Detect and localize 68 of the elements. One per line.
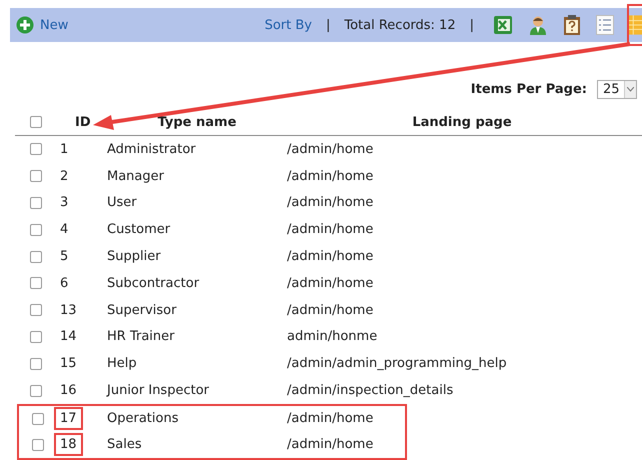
clipboard-help-icon[interactable] [563, 15, 581, 35]
select-all-checkbox[interactable] [30, 116, 42, 128]
id-cell: 18 [54, 433, 83, 456]
landing-page-cell-text: /admin/home [287, 195, 374, 210]
type-name-cell-text: Customer [107, 222, 172, 238]
column-header[interactable]: Landing page [412, 114, 512, 130]
landing-page-cell-text: admin/honme [287, 329, 378, 344]
type-name-cell-text: Operations [107, 411, 180, 426]
id-cell-text: 4 [59, 221, 70, 240]
landing-page-cell-text: /admin/home [287, 142, 374, 157]
type-name-cell-text: Sales [107, 437, 143, 452]
row-checkbox[interactable] [30, 358, 42, 370]
landing-page-cell-text: /admin/home [287, 411, 374, 426]
total-records: Total Records: 12 [344, 18, 456, 32]
type-name-cell-text: Junior Inspector [107, 383, 210, 398]
caret-icon [627, 87, 634, 92]
column-header[interactable]: Type name [158, 114, 236, 130]
id-cell-text: 15 [59, 355, 78, 374]
id-cell-text: 14 [59, 328, 78, 346]
type-name-cell-text: Manager [107, 168, 165, 184]
row-checkbox[interactable] [30, 224, 42, 236]
table-icon [628, 14, 642, 36]
row-checkbox[interactable] [30, 304, 42, 316]
id-cell-text: 3 [59, 194, 70, 212]
id-cell-text: 2 [59, 168, 70, 186]
landing-page-cell-text: /admin/home [287, 222, 374, 238]
row-checkbox[interactable] [30, 250, 42, 263]
landing-page-cell-text: /admin/home [287, 276, 374, 291]
type-name-cell-text: Administrator [107, 142, 197, 157]
plus-icon [16, 16, 34, 34]
landing-page-cell-text: /admin/home [287, 168, 374, 184]
landing-page-cell-text: /admin/home [287, 437, 374, 452]
landing-page-cell-text: /admin/admin_programming_help [287, 356, 508, 372]
row-checkbox[interactable] [30, 277, 42, 290]
row-checkbox[interactable] [32, 438, 44, 451]
highlight-box [627, 4, 642, 46]
id-cell-text: 1 [59, 140, 70, 159]
id-cell: 17 [54, 407, 83, 430]
row-checkbox[interactable] [30, 330, 42, 343]
column-header[interactable]: ID [75, 114, 91, 130]
row-checkbox[interactable] [30, 196, 42, 209]
user-icon[interactable] [528, 15, 548, 35]
id-cell-text: 16 [59, 382, 78, 400]
items-per-page-select[interactable]: 25 [597, 80, 637, 99]
row-checkbox[interactable] [32, 412, 44, 425]
row-checkbox[interactable] [30, 170, 42, 182]
separator: | [470, 18, 474, 32]
id-cell-text: 13 [59, 302, 78, 320]
sort-by-link[interactable]: Sort By [264, 18, 312, 32]
spreadsheet-icon[interactable] [493, 15, 513, 35]
items-per-page-label: Items Per Page: [470, 82, 587, 97]
row-checkbox[interactable] [30, 384, 42, 397]
type-name-cell-text: Supplier [107, 249, 162, 264]
landing-page-cell-text: /admin/home [287, 302, 374, 318]
table-view-button[interactable] [628, 14, 642, 36]
id-cell-text: 6 [59, 274, 70, 293]
type-name-cell-text: Supervisor [107, 302, 178, 318]
new-button[interactable]: New [16, 16, 68, 34]
list-icon[interactable] [596, 15, 614, 35]
separator: | [326, 18, 330, 32]
row-checkbox[interactable] [30, 143, 42, 156]
landing-page-cell-text: /admin/home [287, 249, 374, 264]
type-name-cell-text: HR Trainer [107, 329, 176, 344]
landing-page-cell-text: /admin/inspection_details [287, 383, 454, 398]
id-cell-text: 5 [59, 248, 70, 266]
type-name-cell-text: Help [107, 356, 138, 372]
type-name-cell-text: Subcontractor [107, 276, 200, 291]
type-name-cell-text: User [107, 195, 138, 210]
